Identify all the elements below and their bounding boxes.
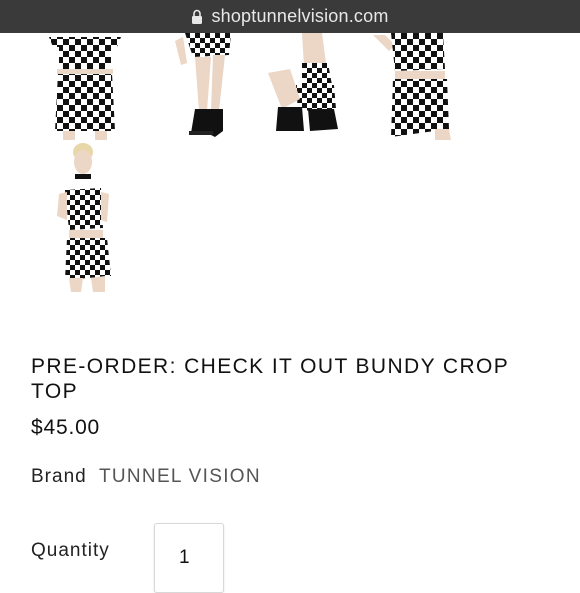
product-thumbnail-full[interactable] (45, 140, 125, 295)
url-domain: shoptunnelvision.com (211, 6, 389, 26)
lock-icon (192, 9, 203, 24)
browser-url-bar[interactable]: shoptunnelvision.com (0, 0, 580, 33)
product-price: $45.00 (31, 416, 101, 439)
quantity-input[interactable] (154, 523, 224, 593)
product-thumbnail-crouch[interactable] (262, 33, 347, 140)
product-thumbnail-legs[interactable] (165, 33, 245, 140)
brand-link[interactable]: TUNNEL VISION (99, 466, 261, 487)
product-title: PRE-ORDER: CHECK IT OUT BUNDY CROP TOP (31, 355, 509, 403)
product-brand: Brand TUNNEL VISION (31, 466, 261, 488)
product-thumbnail-side[interactable] (365, 33, 455, 140)
product-thumbnail-front[interactable] (45, 33, 125, 140)
quantity-label: Quantity (31, 540, 110, 561)
brand-label: Brand (31, 466, 87, 487)
